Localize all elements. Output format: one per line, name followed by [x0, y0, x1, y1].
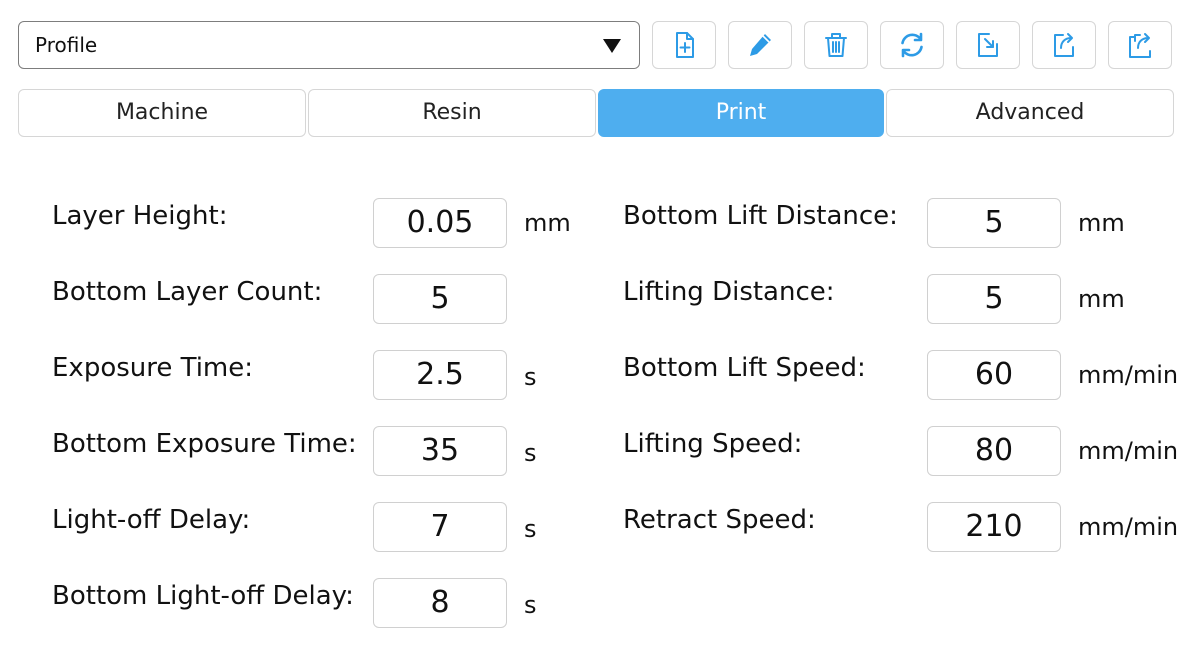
- lifting-speed-unit: mm/min: [1078, 437, 1179, 465]
- tab-resin[interactable]: Resin: [308, 89, 596, 137]
- retract-speed-label: Retract Speed:: [623, 505, 816, 535]
- layer-height-unit: mm: [524, 209, 571, 237]
- exposure-time-label: Exposure Time:: [52, 353, 254, 383]
- bottom-layer-count-input[interactable]: 5: [373, 274, 507, 324]
- bottom-layer-count-label: Bottom Layer Count:: [52, 277, 323, 307]
- import-profile-button[interactable]: [956, 21, 1020, 69]
- new-profile-button[interactable]: [652, 21, 716, 69]
- dropdown-arrow-icon[interactable]: [603, 39, 621, 53]
- lifting-distance-label: Lifting Distance:: [623, 277, 835, 307]
- profile-dropdown-value: Profile: [35, 33, 98, 57]
- bottom-lift-distance-input[interactable]: 5: [927, 198, 1061, 248]
- bottom-light-off-delay-input[interactable]: 8: [373, 578, 507, 628]
- share-profile-button[interactable]: [1108, 21, 1172, 69]
- exposure-time-unit: s: [524, 363, 537, 391]
- file-plus-icon: [676, 32, 694, 58]
- bottom-exposure-time-label: Bottom Exposure Time:: [52, 429, 357, 459]
- lifting-distance-input[interactable]: 5: [927, 274, 1061, 324]
- bottom-exposure-time-input[interactable]: 35: [373, 426, 507, 476]
- retract-speed-unit: mm/min: [1078, 513, 1179, 541]
- share-icon: [1129, 33, 1151, 58]
- refresh-profile-button[interactable]: [880, 21, 944, 69]
- export-icon: [1054, 33, 1074, 57]
- refresh-icon: [901, 32, 923, 58]
- lifting-speed-input[interactable]: 80: [927, 426, 1061, 476]
- exposure-time-input[interactable]: 2.5: [373, 350, 507, 400]
- trash-icon: [825, 33, 847, 57]
- bottom-exposure-time-unit: s: [524, 439, 537, 467]
- bottom-lift-speed-input[interactable]: 60: [927, 350, 1061, 400]
- bottom-lift-speed-label: Bottom Lift Speed:: [623, 353, 866, 383]
- pencil-icon: [750, 34, 771, 56]
- tab-print[interactable]: Print: [598, 89, 884, 137]
- retract-speed-input[interactable]: 210: [927, 502, 1061, 552]
- light-off-delay-unit: s: [524, 515, 537, 543]
- layer-height-input[interactable]: 0.05: [373, 198, 507, 248]
- import-icon: [978, 33, 998, 57]
- tab-machine[interactable]: Machine: [18, 89, 306, 137]
- bottom-light-off-delay-label: Bottom Light-off Delay:: [52, 581, 354, 611]
- bottom-lift-distance-label: Bottom Lift Distance:: [623, 201, 898, 231]
- delete-profile-button[interactable]: [804, 21, 868, 69]
- lifting-distance-unit: mm: [1078, 285, 1125, 313]
- bottom-lift-speed-unit: mm/min: [1078, 361, 1179, 389]
- bottom-light-off-delay-unit: s: [524, 591, 537, 619]
- layer-height-label: Layer Height:: [52, 201, 228, 231]
- tab-advanced[interactable]: Advanced: [886, 89, 1174, 137]
- bottom-lift-distance-unit: mm: [1078, 209, 1125, 237]
- light-off-delay-label: Light-off Delay:: [52, 505, 251, 535]
- lifting-speed-label: Lifting Speed:: [623, 429, 803, 459]
- profile-dropdown[interactable]: Profile: [18, 21, 640, 69]
- export-profile-button[interactable]: [1032, 21, 1096, 69]
- light-off-delay-input[interactable]: 7: [373, 502, 507, 552]
- edit-profile-button[interactable]: [728, 21, 792, 69]
